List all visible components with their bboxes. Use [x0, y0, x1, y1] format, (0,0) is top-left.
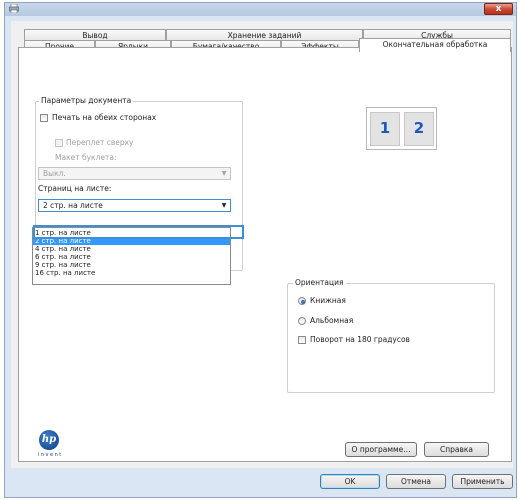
portrait-label: Книжная — [310, 296, 346, 305]
hp-tagline: invent — [38, 452, 63, 458]
dropdown-option[interactable]: 4 стр. на листе — [33, 245, 230, 253]
dropdown-option[interactable]: 9 стр. на листе — [33, 261, 230, 269]
booklet-layout-value: Выкл. — [43, 169, 66, 178]
pages-per-sheet-select[interactable]: 2 стр. на листе ▼ — [38, 199, 231, 212]
printer-icon — [9, 3, 19, 14]
hp-logo: hp — [39, 430, 59, 450]
pages-per-sheet-value: 2 стр. на листе — [43, 201, 103, 210]
cancel-button[interactable]: Отмена — [386, 474, 446, 489]
apply-button[interactable]: Применить — [452, 474, 513, 489]
layout-preview: 1 2 — [366, 107, 437, 150]
print-both-sides-label: Печать на обеих сторонах — [52, 113, 157, 122]
landscape-radio[interactable] — [298, 317, 306, 325]
chevron-down-icon: ▼ — [221, 202, 227, 209]
highlight-callout — [33, 225, 244, 239]
pages-per-sheet-label: Страниц на листе: — [38, 184, 112, 193]
preview-page-2: 2 — [404, 112, 434, 146]
dropdown-option[interactable]: 16 стр. на листе — [33, 269, 230, 277]
chevron-down-icon: ▼ — [221, 170, 227, 177]
dropdown-option[interactable]: 6 стр. на листе — [33, 253, 230, 261]
rotate-180-checkbox[interactable] — [298, 336, 306, 344]
landscape-label: Альбомная — [310, 316, 354, 325]
booklet-layout-select[interactable]: Выкл. ▼ — [38, 167, 231, 180]
flip-pages-up-label: Переплет сверху — [66, 138, 134, 147]
document-options-title: Параметры документа — [39, 96, 134, 106]
portrait-radio[interactable] — [298, 297, 306, 305]
rotate-180-label: Поворот на 180 градусов — [310, 335, 410, 344]
close-button[interactable]: x — [484, 3, 513, 15]
about-button[interactable]: О программе... — [345, 442, 417, 457]
help-button[interactable]: Справка — [424, 442, 489, 457]
ok-button[interactable]: OK — [320, 474, 380, 489]
title-bar — [5, 3, 516, 16]
orientation-title: Ориентация — [293, 278, 346, 288]
print-both-sides-checkbox[interactable] — [40, 114, 48, 122]
booklet-layout-label: Макет буклета: — [55, 153, 117, 162]
preview-page-1: 1 — [370, 112, 400, 146]
flip-pages-up-checkbox[interactable] — [55, 139, 63, 147]
tab-finishing[interactable]: Окончательная обработка — [359, 38, 511, 52]
